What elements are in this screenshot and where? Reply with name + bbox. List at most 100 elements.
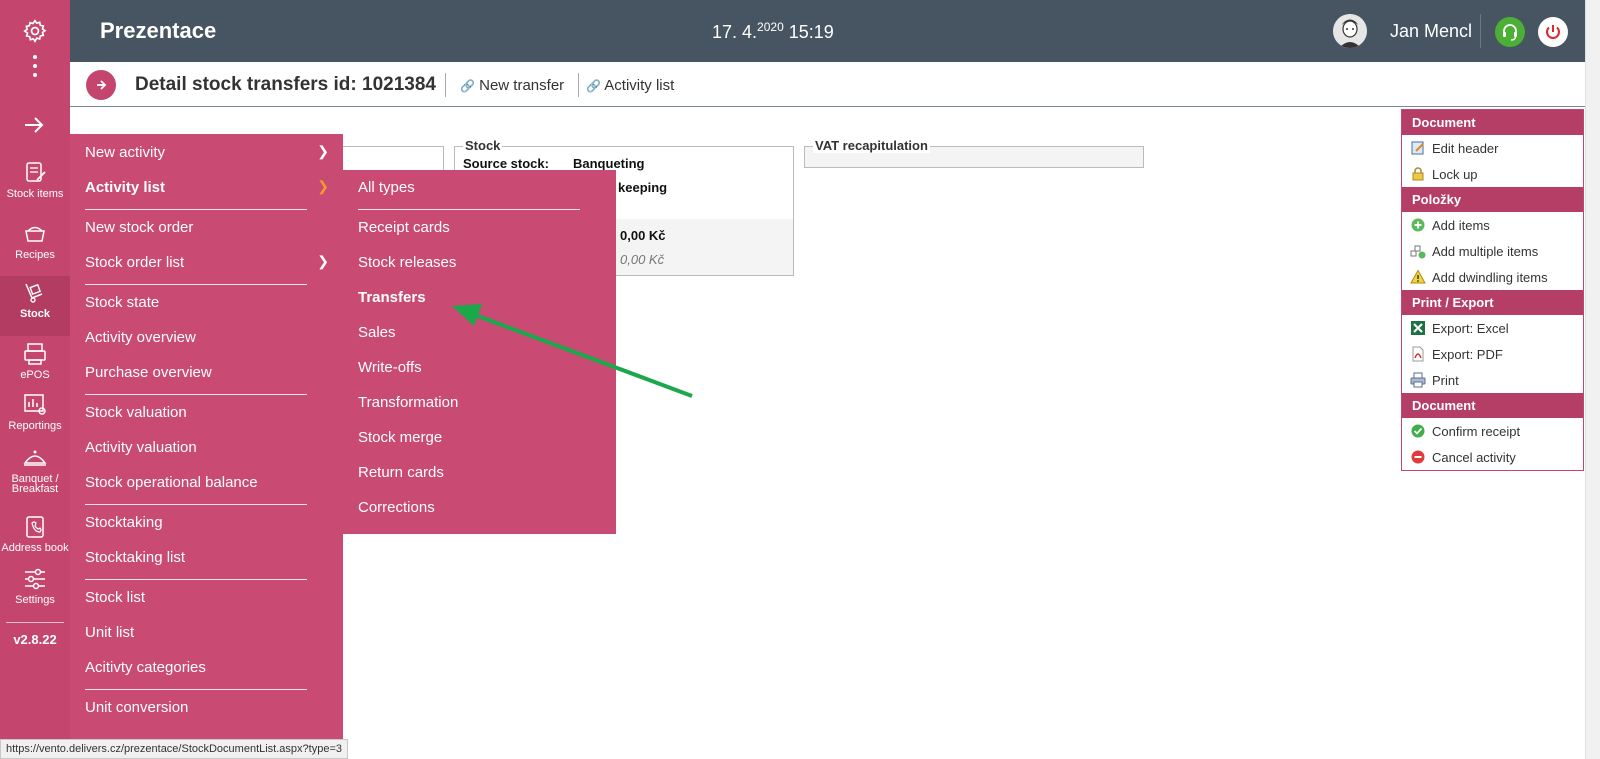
rail-item-reportings[interactable]: Reportings bbox=[0, 388, 70, 446]
settings-gear-button[interactable] bbox=[0, 0, 70, 62]
export-excel-label: Export: Excel bbox=[1432, 320, 1509, 336]
menu-item-unit-conversion[interactable]: Unit conversion bbox=[85, 699, 188, 716]
page-action-button[interactable] bbox=[86, 70, 116, 100]
year: 2020 bbox=[757, 20, 784, 34]
menu-item-purchase-overview[interactable]: Purchase overview bbox=[85, 364, 212, 381]
link-icon: 🔗 bbox=[586, 79, 601, 93]
submenu-item-label: Stock merge bbox=[358, 429, 443, 446]
stock-items-icon bbox=[26, 162, 46, 182]
submenu-item-stock-releases[interactable]: Stock releases bbox=[358, 254, 456, 271]
more-menu-button[interactable] bbox=[0, 54, 70, 80]
new-transfer-link[interactable]: 🔗 New transfer bbox=[460, 77, 564, 94]
reportings-icon bbox=[24, 394, 46, 415]
total-amount-secondary: 0,00 Kč bbox=[620, 252, 665, 267]
add-dwindling-items-button[interactable]: Add dwindling items bbox=[1402, 264, 1583, 290]
menu-item-unit-list[interactable]: Unit list bbox=[85, 624, 134, 641]
submenu-item-label: Return cards bbox=[358, 464, 444, 481]
source-stock-value: Banqueting bbox=[573, 156, 645, 171]
excel-icon bbox=[1410, 320, 1426, 336]
check-circle-icon bbox=[1410, 423, 1426, 439]
menu-item-stock-state[interactable]: Stock state bbox=[85, 294, 159, 311]
submenu-item-all-types[interactable]: All types bbox=[358, 179, 415, 196]
menu-item-stock-operational-balance[interactable]: Stock operational balance bbox=[85, 474, 258, 491]
menu-item-stocktaking-list[interactable]: Stocktaking list bbox=[85, 549, 185, 566]
menu-item-stocktaking[interactable]: Stocktaking bbox=[85, 514, 163, 531]
submenu-item-receipt-cards[interactable]: Receipt cards bbox=[358, 219, 450, 236]
activity-list-submenu: All types Receipt cards Stock releases T… bbox=[343, 170, 616, 534]
rail-item-stock[interactable]: Stock bbox=[0, 276, 70, 336]
side-section-document: Document bbox=[1402, 110, 1583, 135]
arrow-right-icon bbox=[25, 117, 44, 133]
menu-item-label: Stock operational balance bbox=[85, 474, 258, 491]
export-excel-button[interactable]: Export: Excel bbox=[1402, 315, 1583, 341]
submenu-item-transformation[interactable]: Transformation bbox=[358, 394, 458, 411]
add-multiple-items-button[interactable]: Add multiple items bbox=[1402, 238, 1583, 264]
side-panel: Document Edit header Lock up Položky Add… bbox=[1401, 109, 1584, 471]
lock-up-button[interactable]: Lock up bbox=[1402, 161, 1583, 187]
avatar[interactable] bbox=[1333, 14, 1367, 48]
rail-item-settings[interactable]: Settings bbox=[0, 562, 70, 620]
chevron-right-icon: ❯ bbox=[317, 143, 329, 159]
lock-up-label: Lock up bbox=[1432, 166, 1478, 182]
submenu-item-corrections[interactable]: Corrections bbox=[358, 499, 435, 516]
confirm-receipt-button[interactable]: Confirm receipt bbox=[1402, 418, 1583, 444]
submenu-item-write-offs[interactable]: Write-offs bbox=[358, 359, 422, 376]
rail-item-label: Address book bbox=[1, 542, 69, 554]
rail-item-recipes[interactable]: Recipes bbox=[0, 217, 70, 275]
add-items-button[interactable]: Add items bbox=[1402, 212, 1583, 238]
gear-icon bbox=[23, 19, 47, 43]
activity-list-link[interactable]: 🔗 Activity list bbox=[586, 77, 674, 94]
logout-button[interactable] bbox=[1538, 17, 1568, 47]
time: 15:19 bbox=[788, 22, 834, 42]
submenu-item-label: Transfers bbox=[358, 289, 426, 306]
page-title: Detail stock transfers id: 1021384 bbox=[135, 74, 436, 95]
add-items-label: Add items bbox=[1432, 217, 1490, 233]
menu-item-label: Stock order list bbox=[85, 254, 185, 271]
menu-item-activity-categories[interactable]: Acitivty categories bbox=[85, 659, 206, 676]
menu-item-stock-valuation[interactable]: Stock valuation bbox=[85, 404, 187, 421]
menu-item-label: Stock state bbox=[85, 294, 160, 311]
rail-item-stock-items[interactable]: Stock items bbox=[0, 156, 70, 214]
menu-item-activity-overview[interactable]: Activity overview bbox=[85, 329, 196, 346]
rail-item-epos[interactable]: ePOS bbox=[0, 337, 70, 395]
menu-item-label: Stock list bbox=[85, 589, 146, 606]
export-pdf-button[interactable]: Export: PDF bbox=[1402, 341, 1583, 367]
expand-rail-button[interactable] bbox=[23, 114, 45, 142]
submenu-item-sales[interactable]: Sales bbox=[358, 324, 396, 341]
user-name[interactable]: Jan Mencl bbox=[1390, 21, 1472, 42]
stock-legend: Stock bbox=[463, 138, 503, 153]
menu-item-stock-list[interactable]: Stock list bbox=[85, 589, 145, 606]
add-multiple-items-label: Add multiple items bbox=[1432, 243, 1539, 259]
side-section-document-actions: Document bbox=[1402, 393, 1583, 418]
submenu-item-return-cards[interactable]: Return cards bbox=[358, 464, 444, 481]
menu-item-label: Stocktaking list bbox=[85, 549, 186, 566]
menu-item-new-stock-order[interactable]: New stock order bbox=[85, 219, 193, 236]
menu-item-new-activity[interactable]: New activity bbox=[85, 144, 335, 161]
rail-divider bbox=[6, 622, 64, 623]
page-scrollbar[interactable] bbox=[1585, 0, 1600, 759]
banquet-icon bbox=[23, 450, 47, 466]
menu-divider bbox=[85, 394, 307, 395]
menu-item-activity-list[interactable]: Activity list bbox=[85, 179, 335, 196]
menu-item-label: Activity list bbox=[85, 179, 166, 196]
lock-icon bbox=[1410, 166, 1426, 182]
submenu-item-transfers[interactable]: Transfers bbox=[358, 289, 426, 306]
edit-header-button[interactable]: Edit header bbox=[1402, 135, 1583, 161]
printer-icon bbox=[1410, 372, 1426, 388]
submenu-item-label: Receipt cards bbox=[358, 219, 450, 236]
menu-item-label: New stock order bbox=[85, 219, 194, 236]
header-separator bbox=[1480, 14, 1481, 48]
confirm-receipt-label: Confirm receipt bbox=[1432, 423, 1521, 439]
menu-item-stock-order-list[interactable]: Stock order list bbox=[85, 254, 184, 271]
rail-item-address-book[interactable]: Address book bbox=[0, 510, 70, 568]
rail-item-banquet[interactable]: Banquet / Breakfast bbox=[0, 442, 70, 504]
submenu-item-stock-merge[interactable]: Stock merge bbox=[358, 429, 442, 446]
chevron-right-icon: ❯ bbox=[317, 178, 329, 194]
cancel-activity-button[interactable]: Cancel activity bbox=[1402, 444, 1583, 470]
rail-item-label: Stock bbox=[20, 308, 50, 320]
activity-list-label: Activity list bbox=[604, 77, 675, 94]
support-button[interactable] bbox=[1495, 17, 1525, 47]
print-button[interactable]: Print bbox=[1402, 367, 1583, 393]
menu-item-activity-valuation[interactable]: Activity valuation bbox=[85, 439, 197, 456]
epos-icon bbox=[24, 343, 46, 365]
